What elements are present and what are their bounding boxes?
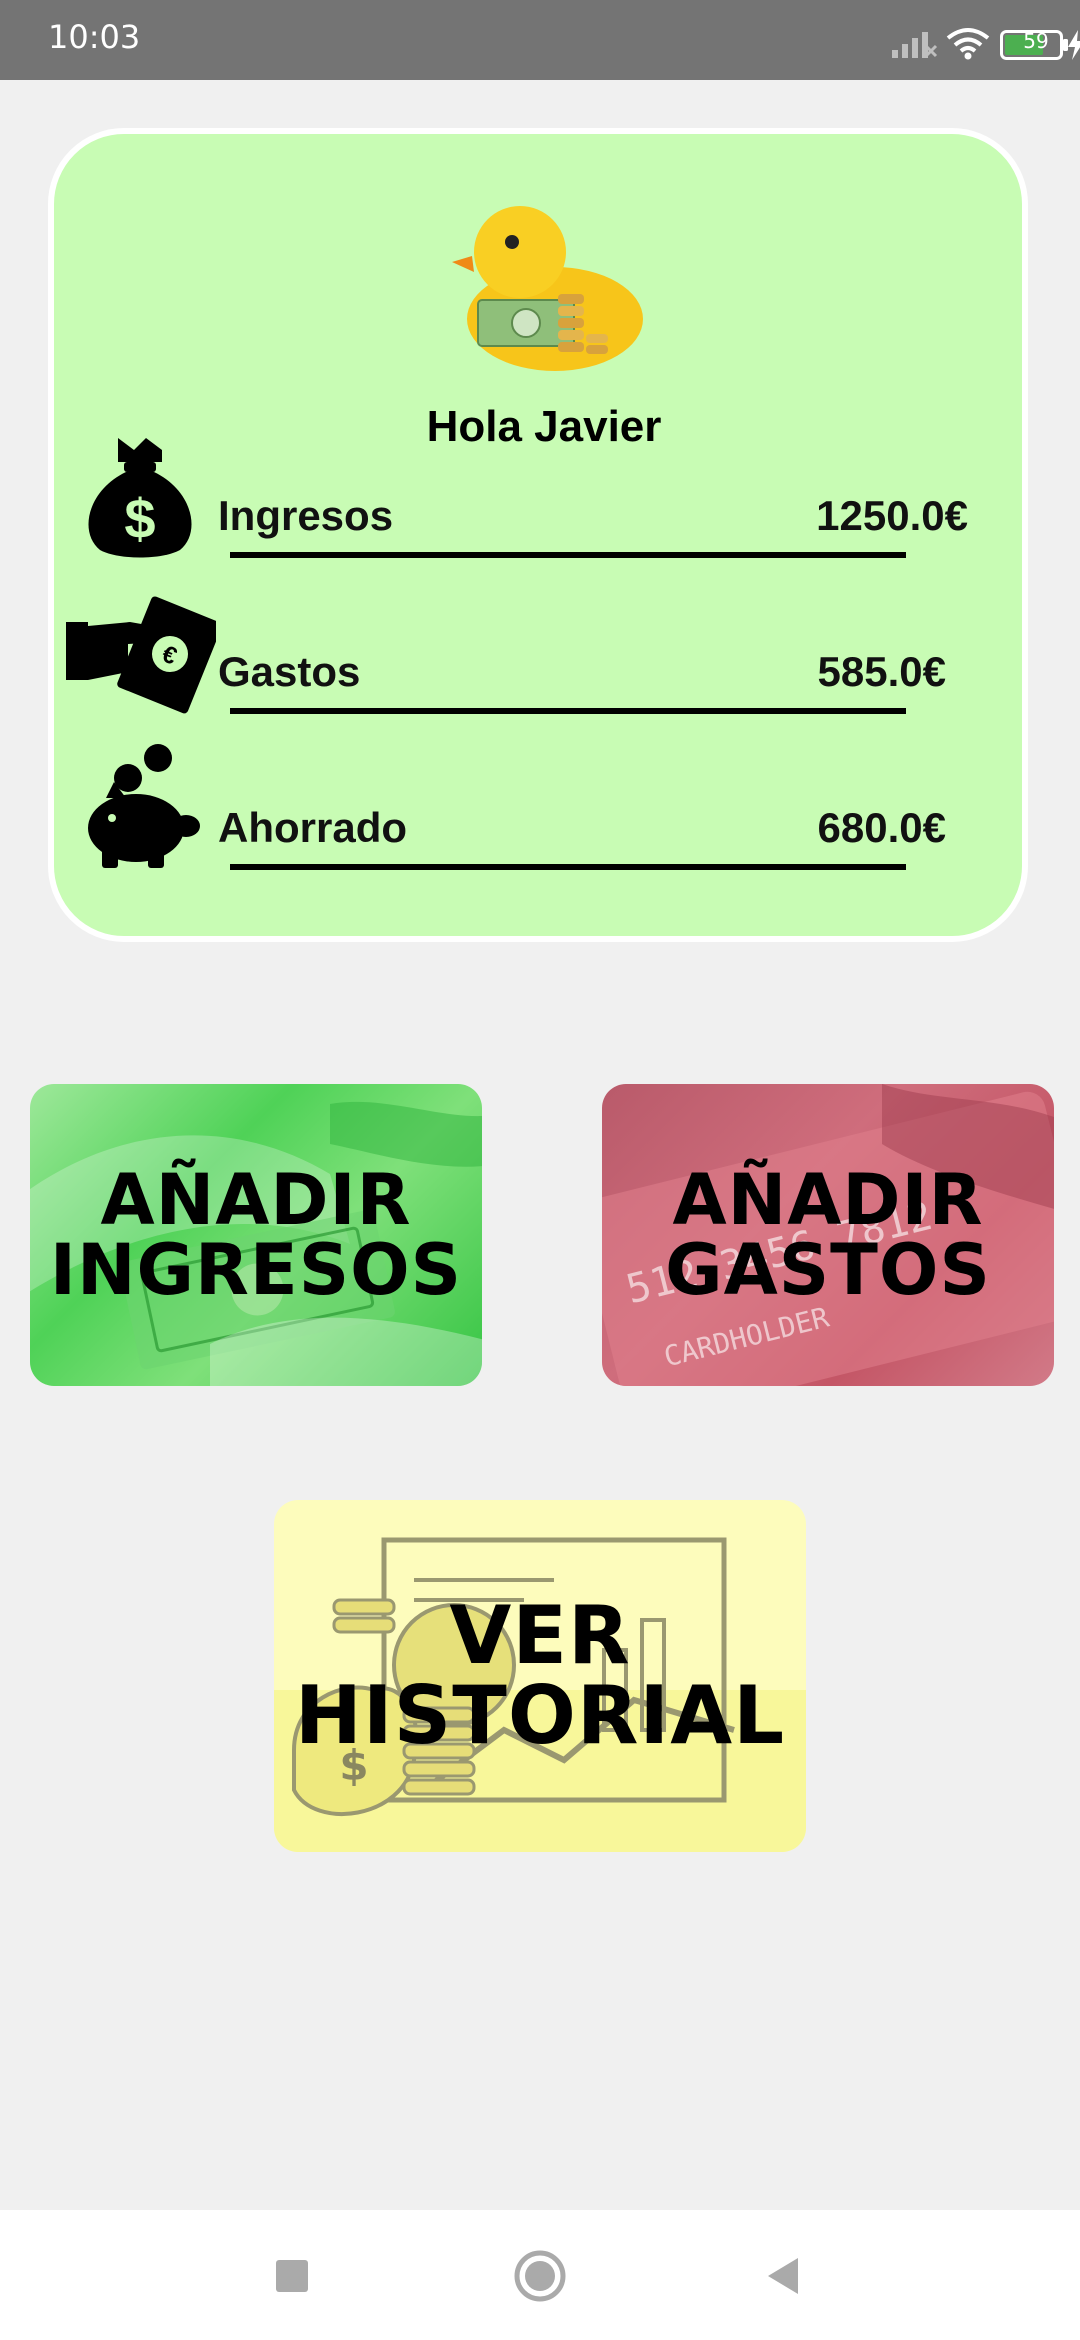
view-history-label: VER HISTORIAL	[294, 1589, 786, 1762]
view-history-button[interactable]: $ VER HISTORIAL	[274, 1500, 806, 1852]
home-circle-icon[interactable]	[512, 2248, 568, 2304]
add-income-button[interactable]: AÑADIR INGRESOS	[30, 1084, 482, 1386]
summary-card: Hola Javier $ Ingresos 1250.0€ € Gastos …	[48, 128, 1028, 942]
status-time: 10:03	[48, 18, 141, 56]
svg-text:$: $	[124, 487, 155, 550]
expense-label: Gastos	[218, 648, 361, 695]
piggy-bank-icon	[88, 744, 200, 868]
signal-icon	[892, 32, 938, 58]
navigation-bar	[0, 2210, 1080, 2340]
expense-value: 585.0€	[817, 648, 946, 695]
income-underline	[230, 552, 906, 558]
status-bar: 10:03 59	[0, 0, 1080, 80]
add-income-label: AÑADIR INGRESOS	[49, 1159, 463, 1311]
battery-level: 59	[1023, 29, 1049, 53]
savings-label: Ahorrado	[218, 804, 407, 851]
hand-cash-icon: €	[66, 596, 216, 714]
back-triangle-icon[interactable]	[756, 2248, 812, 2304]
savings-value: 680.0€	[817, 804, 946, 851]
income-value: 1250.0€	[816, 492, 968, 539]
wifi-icon	[946, 28, 990, 60]
income-label: Ingresos	[218, 492, 394, 539]
duck-money-icon	[452, 206, 643, 371]
savings-underline	[230, 864, 906, 870]
expense-underline	[230, 708, 906, 714]
recents-square-icon[interactable]	[264, 2248, 320, 2304]
charging-bolt-icon	[1068, 30, 1080, 60]
money-bag-icon: $	[88, 438, 192, 558]
add-expense-label: AÑADIR GASTOS	[665, 1159, 991, 1311]
add-expense-button[interactable]: 512 3456 7812 CARDHOLDER AÑADIR GASTOS	[602, 1084, 1054, 1386]
